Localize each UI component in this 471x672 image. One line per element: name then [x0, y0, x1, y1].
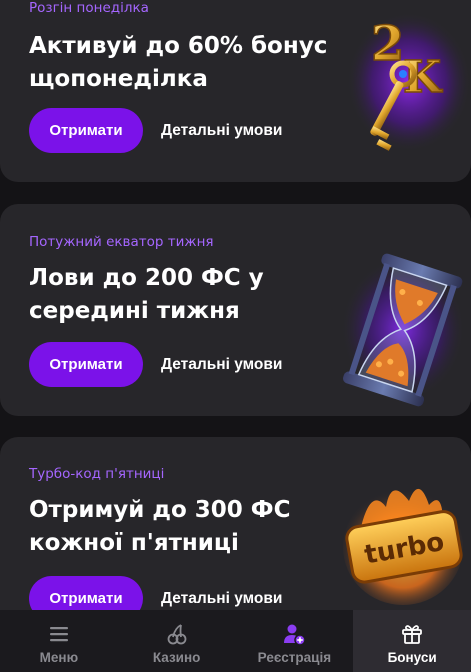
promo-card-midweek: Потужний екватор тижня Лови до 200 ФС у … — [0, 204, 471, 416]
svg-text:K: K — [403, 52, 443, 103]
promo-tag: Потужний екватор тижня — [29, 234, 214, 250]
nav-item-registration[interactable]: Реєстрація — [236, 610, 354, 672]
details-link[interactable]: Детальні умови — [161, 342, 282, 387]
get-bonus-button[interactable]: Отримати — [29, 108, 143, 153]
get-bonus-button[interactable]: Отримати — [29, 342, 143, 387]
nav-item-bonuses[interactable]: Бонуси — [353, 610, 471, 672]
add-user-icon — [284, 624, 307, 646]
details-link[interactable]: Детальні умови — [161, 108, 282, 153]
promo-tag: Турбо-код п'ятниці — [29, 466, 165, 482]
promo-card-monday: Розгін понеділка Активуй до 60% бонус що… — [0, 0, 471, 182]
gift-icon — [402, 625, 423, 644]
nav-item-menu[interactable]: Меню — [0, 610, 118, 672]
bottom-navigation: Меню Казино Реєстрація Бонуси — [0, 610, 471, 672]
nav-item-casino[interactable]: Казино — [118, 610, 236, 672]
nav-label: Бонуси — [387, 650, 437, 665]
promo-title: Отримуй до 300 ФС кожної п'ятниці — [29, 497, 291, 556]
promo-tag: Розгін понеділка — [29, 0, 149, 16]
nav-label: Меню — [39, 650, 79, 665]
promo-title: Активуй до 60% бонус щопонеділка — [29, 33, 328, 92]
nav-label: Реєстрація — [257, 650, 332, 665]
cherries-icon — [167, 624, 187, 645]
promo-title: Лови до 200 ФС у середині тижня — [29, 265, 264, 324]
hourglass-icon — [331, 244, 471, 414]
golden-key-icon: 2 K — [331, 2, 471, 172]
hamburger-icon — [49, 627, 68, 642]
nav-label: Казино — [152, 650, 201, 665]
